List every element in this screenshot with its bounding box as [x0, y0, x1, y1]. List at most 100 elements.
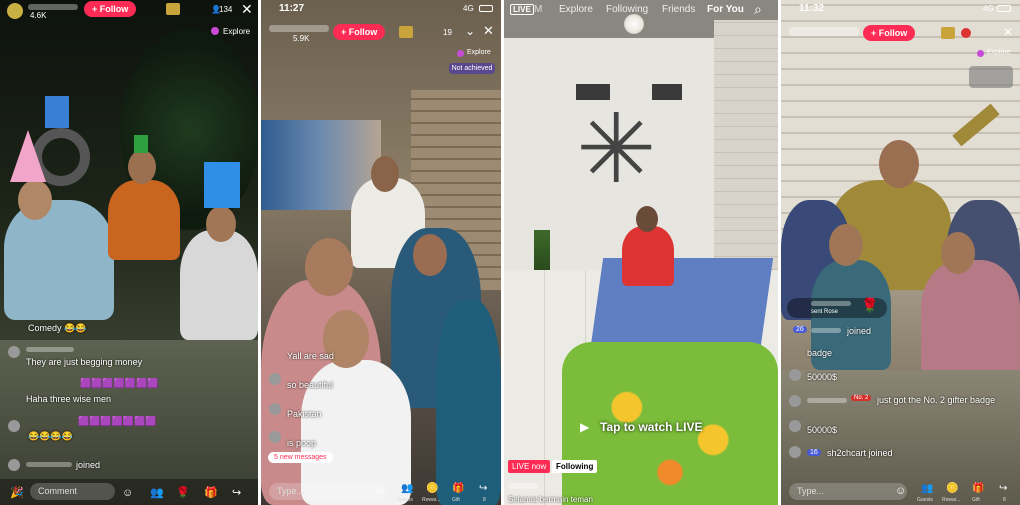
guests-label: Guests: [917, 497, 933, 503]
gift-icon[interactable]: 🎁: [452, 484, 464, 494]
status-time: 11:32: [799, 3, 825, 14]
streamer-name[interactable]: [508, 483, 538, 489]
gifter-name: [811, 301, 851, 306]
close-icon[interactable]: ✕: [483, 23, 494, 39]
ranking-icon[interactable]: [166, 3, 180, 15]
tab-friends[interactable]: Friends: [662, 4, 695, 15]
close-icon[interactable]: ✕: [241, 1, 253, 18]
wall-device-right: [652, 84, 682, 100]
close-icon[interactable]: ✕: [1003, 25, 1013, 39]
battery-icon: [479, 5, 493, 12]
share-icon[interactable]: ↪: [999, 484, 1007, 494]
explore-icon[interactable]: [211, 27, 219, 35]
viewer-count-label: 4.6K: [30, 11, 47, 20]
guests-icon[interactable]: 👥: [401, 484, 413, 494]
tab-following[interactable]: Following: [606, 4, 648, 15]
comment-1: 50000$: [807, 372, 838, 382]
comment-avatar: [789, 446, 801, 458]
type-input[interactable]: Type...: [789, 483, 907, 500]
dropdown-icon[interactable]: ⌄: [465, 24, 475, 38]
rank-badge: No. 2: [851, 395, 872, 401]
person-2-face: [128, 150, 156, 184]
person-3-face: [206, 206, 236, 242]
emoji-icon[interactable]: ☺: [895, 486, 906, 497]
follow-button[interactable]: + Follow: [84, 1, 137, 17]
host-name[interactable]: [269, 25, 329, 32]
comment-avatar: [269, 403, 281, 415]
gift-icon[interactable]: 🎁: [972, 484, 984, 494]
host-avatar[interactable]: [7, 3, 23, 19]
signal-indicator: 4G: [983, 4, 994, 13]
blue-bucket-hat: [204, 162, 240, 208]
tab-m[interactable]: M: [534, 4, 542, 15]
viewer-count: 134: [219, 5, 233, 14]
comment-avatar: [8, 346, 20, 358]
follow-button[interactable]: + Follow: [333, 24, 386, 40]
guests-icon[interactable]: 👥: [150, 488, 164, 499]
comment-4: sh2chcart joined: [827, 448, 893, 458]
star-decoration: ✳: [576, 96, 657, 203]
live-feed-panel[interactable]: ✳ LIVE M Explore Following Friends For Y…: [504, 0, 778, 505]
person-3: [180, 230, 258, 340]
comment-3: 50000$: [807, 425, 838, 435]
joined-username: [26, 462, 72, 467]
share-icon[interactable]: ↪: [232, 488, 241, 499]
child-2-face: [941, 232, 975, 274]
share-icon[interactable]: ↪: [479, 484, 487, 494]
tab-for-you[interactable]: For You: [707, 4, 744, 15]
explore-link[interactable]: Explore: [987, 49, 1011, 56]
comment-4: is poop: [287, 438, 317, 448]
rewards-label: Rewar...: [942, 497, 961, 503]
follow-button[interactable]: + Follow: [863, 25, 916, 41]
comment-input[interactable]: Comment: [30, 483, 115, 500]
host-name[interactable]: [789, 27, 859, 36]
achievement-badge[interactable]: Not achieved: [449, 63, 495, 74]
child-3: [436, 300, 501, 505]
explore-link[interactable]: Explore: [467, 49, 491, 56]
viewer-avatar[interactable]: [961, 28, 971, 38]
explore-link[interactable]: Explore: [223, 27, 250, 36]
likes-count: 5.9K: [293, 34, 310, 43]
child-1-face: [829, 224, 863, 266]
live-stream-panel-1[interactable]: 4.6K + Follow 👤 134 ✕ Explore Comedy 😂😂 …: [0, 0, 258, 505]
comment-username: [807, 398, 847, 403]
gift-icon[interactable]: 🎁: [204, 488, 218, 499]
ranking-badge[interactable]: [969, 66, 1013, 88]
live-stream-panel-4[interactable]: 11:32 4G + Follow ✕ Explore sent Rose 🌹 …: [781, 0, 1020, 505]
rewards-icon[interactable]: 🪙: [946, 484, 958, 494]
badge-text: badge: [807, 348, 833, 358]
green-hat: [134, 135, 148, 153]
comment-avatar: [789, 420, 801, 432]
party-icon[interactable]: 🎉: [10, 488, 24, 499]
blue-bucket: [45, 96, 69, 128]
new-messages-button[interactable]: 5 new messages: [268, 452, 333, 463]
level-badge: 16: [807, 449, 821, 456]
rewards-icon[interactable]: 🪙: [426, 484, 438, 494]
ranking-icon[interactable]: [399, 26, 413, 38]
type-input[interactable]: Type...: [269, 483, 387, 500]
following-badge[interactable]: Following: [552, 460, 598, 473]
gift-text: sent Rose: [811, 309, 839, 315]
gift-row: 🟪🟪🟪🟪🟪🟪🟪: [78, 416, 157, 426]
tap-to-watch-live[interactable]: Tap to watch LIVE: [600, 420, 702, 434]
rose-icon[interactable]: 🌹: [176, 488, 190, 499]
explore-icon[interactable]: [457, 50, 464, 57]
host-name[interactable]: [28, 4, 78, 10]
plant: [534, 230, 550, 270]
live-play-icon[interactable]: ▶: [580, 420, 589, 434]
explore-icon[interactable]: [977, 50, 984, 57]
comment-1: Yall are sad: [287, 351, 334, 361]
emoji-icon[interactable]: ☺: [122, 488, 133, 499]
guests-label: Guests: [397, 497, 413, 503]
ranking-icon[interactable]: [941, 27, 955, 39]
live-now-badge[interactable]: LIVE now: [508, 460, 551, 473]
tab-explore[interactable]: Explore: [559, 4, 593, 15]
comment-avatar: [269, 373, 281, 385]
live-stream-panel-2[interactable]: 11:27 4G 5.9K + Follow 19 ⌄ ✕ Explore No…: [261, 0, 501, 505]
emoji-icon[interactable]: ☺: [375, 486, 386, 497]
status-time: 11:27: [279, 3, 305, 14]
guests-icon[interactable]: 👥: [921, 484, 933, 494]
live-tag[interactable]: LIVE: [510, 4, 534, 15]
child-seated-2: [921, 260, 1020, 380]
search-icon[interactable]: ⌕: [754, 1, 762, 18]
